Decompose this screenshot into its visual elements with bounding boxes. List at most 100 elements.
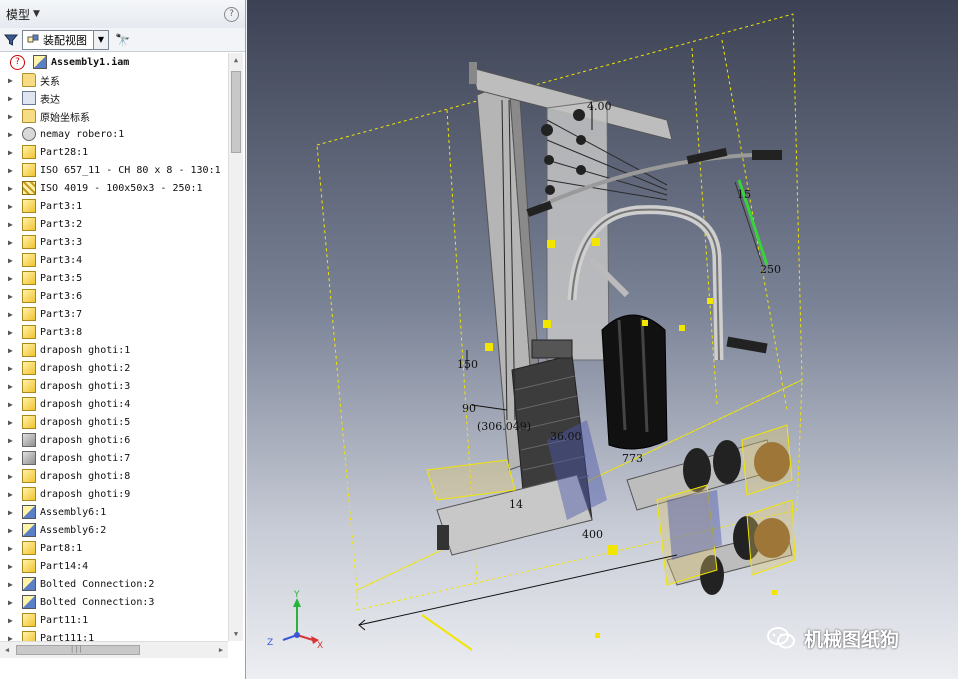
- expand-icon[interactable]: ▶: [8, 382, 16, 391]
- tree-item[interactable]: ▶ draposh ghoti:9: [0, 485, 228, 503]
- chevron-down-icon[interactable]: ▼: [93, 30, 108, 49]
- panel-header[interactable]: 模型 ▼ ?: [0, 0, 245, 28]
- expand-icon[interactable]: ▶: [8, 346, 16, 355]
- tree-item[interactable]: ▶ draposh ghoti:5: [0, 413, 228, 431]
- expand-icon[interactable]: ▶: [8, 598, 16, 607]
- tree-item[interactable]: ▶ draposh ghoti:4: [0, 395, 228, 413]
- expand-icon[interactable]: ▶: [8, 400, 16, 409]
- tree-item[interactable]: ▶ ISO 4019 - 100x50x3 - 250:1: [0, 179, 228, 197]
- tree-item-label: Part3:6: [40, 290, 83, 302]
- expand-icon[interactable]: ▶: [8, 184, 16, 193]
- expand-icon[interactable]: ▶: [8, 166, 16, 175]
- part-icon: [22, 217, 36, 231]
- 3d-viewport[interactable]: 4.00 15 250 150 90 (306.049) 36.00 773 1…: [247, 0, 958, 679]
- scrollbar-thumb[interactable]: [231, 71, 241, 153]
- expand-icon[interactable]: ▶: [8, 472, 16, 481]
- dimension-label: 250: [760, 263, 781, 276]
- expand-icon[interactable]: ▶: [8, 310, 16, 319]
- expand-icon[interactable]: ▶: [8, 94, 16, 103]
- expand-icon[interactable]: ▶: [8, 238, 16, 247]
- tree-item-label: draposh ghoti:1: [40, 344, 131, 356]
- tree-item[interactable]: ▶ draposh ghoti:8: [0, 467, 228, 485]
- expand-icon[interactable]: ▶: [8, 562, 16, 571]
- part-icon: [22, 361, 36, 375]
- tree-item-label: 关系: [40, 76, 60, 88]
- tree-item[interactable]: ▶ draposh ghoti:1: [0, 341, 228, 359]
- scroll-down-icon[interactable]: ▼: [229, 627, 243, 641]
- tree-item[interactable]: ▶ Part3:4: [0, 251, 228, 269]
- view-select[interactable]: 装配视图 ▼: [22, 29, 109, 50]
- tree-item[interactable]: ▶ Part3:8: [0, 323, 228, 341]
- tree-item[interactable]: ▶ Part14:4: [0, 557, 228, 575]
- tree-item[interactable]: ▶ Assembly6:2: [0, 521, 228, 539]
- tree-item[interactable]: ▶ Part3:1: [0, 197, 228, 215]
- tree-item-label: draposh ghoti:2: [40, 362, 131, 374]
- expand-icon[interactable]: ▶: [8, 292, 16, 301]
- tree-item[interactable]: ▶ Part28:1: [0, 143, 228, 161]
- horizontal-scrollbar[interactable]: ◀ ||| ▶: [0, 641, 228, 658]
- tree-item[interactable]: ▶ Bolted Connection:3: [0, 593, 228, 611]
- tree-root[interactable]: ? Assembly1.iam: [0, 53, 228, 71]
- expand-icon[interactable]: ▶: [8, 274, 16, 283]
- expand-icon[interactable]: ▶: [8, 112, 16, 121]
- tree-item[interactable]: ▶ draposh ghoti:2: [0, 359, 228, 377]
- tree-item[interactable]: ▶ 表达: [0, 89, 228, 107]
- scroll-up-icon[interactable]: ▲: [229, 53, 243, 67]
- tree-item[interactable]: ▶ Part3:7: [0, 305, 228, 323]
- tree-item[interactable]: ▶ nemay robero:1: [0, 125, 228, 143]
- expand-icon[interactable]: ▶: [8, 526, 16, 535]
- expand-icon[interactable]: ▶: [8, 256, 16, 265]
- expand-icon[interactable]: ▶: [8, 454, 16, 463]
- expand-icon[interactable]: ▶: [8, 328, 16, 337]
- tree-item-label: Part3:2: [40, 218, 83, 230]
- expand-icon[interactable]: ▶: [8, 616, 16, 625]
- tree-item-label: Part3:8: [40, 326, 83, 338]
- help-icon[interactable]: ?: [224, 7, 239, 22]
- part-icon: [22, 613, 36, 627]
- expand-icon[interactable]: ▶: [8, 544, 16, 553]
- tree-item[interactable]: ▶ Part8:1: [0, 539, 228, 557]
- vertical-scrollbar[interactable]: ▲ ▼: [228, 53, 243, 641]
- expand-icon[interactable]: ▶: [8, 130, 16, 139]
- expand-icon[interactable]: ▶: [8, 634, 16, 642]
- expand-icon[interactable]: ▶: [8, 364, 16, 373]
- expand-icon[interactable]: ▶: [8, 202, 16, 211]
- scroll-left-icon[interactable]: ◀: [0, 643, 14, 657]
- tree-item[interactable]: ▶ Part3:3: [0, 233, 228, 251]
- tree-item[interactable]: ▶ 原始坐标系: [0, 107, 228, 125]
- tree-item[interactable]: ▶ Assembly6:1: [0, 503, 228, 521]
- tree-item[interactable]: ▶ Part111:1: [0, 629, 228, 641]
- tree-item[interactable]: ▶ Part3:6: [0, 287, 228, 305]
- scroll-right-icon[interactable]: ▶: [214, 643, 228, 657]
- hatch-icon: [22, 181, 36, 195]
- part-icon: [22, 379, 36, 393]
- expand-icon[interactable]: ▶: [8, 418, 16, 427]
- tree-item[interactable]: ▶ draposh ghoti:7: [0, 449, 228, 467]
- tree-item-label: draposh ghoti:7: [40, 452, 131, 464]
- tree-item[interactable]: ▶ Part11:1: [0, 611, 228, 629]
- assembly-view-icon: [27, 34, 39, 42]
- gray-icon: [22, 433, 36, 447]
- tree-item[interactable]: ▶ 关系: [0, 71, 228, 89]
- tree-item-label: 原始坐标系: [40, 112, 90, 124]
- binoculars-icon[interactable]: 🔭: [115, 33, 130, 47]
- tree-item[interactable]: ▶ draposh ghoti:3: [0, 377, 228, 395]
- tree-item[interactable]: ▶ Part3:5: [0, 269, 228, 287]
- question-icon: ?: [10, 54, 25, 70]
- tree-item[interactable]: ▶ Bolted Connection:2: [0, 575, 228, 593]
- tree-item-label: Part14:4: [40, 560, 89, 572]
- expand-icon[interactable]: ▶: [8, 148, 16, 157]
- expand-icon[interactable]: ▶: [8, 220, 16, 229]
- expand-icon[interactable]: ▶: [8, 580, 16, 589]
- assembly-icon: [33, 55, 47, 69]
- expand-icon[interactable]: ▶: [8, 76, 16, 85]
- chevron-down-icon[interactable]: ▼: [33, 9, 40, 19]
- expand-icon[interactable]: ▶: [8, 436, 16, 445]
- tree-item[interactable]: ▶ Part3:2: [0, 215, 228, 233]
- tree-item[interactable]: ▶ draposh ghoti:6: [0, 431, 228, 449]
- filter-icon[interactable]: [4, 33, 18, 47]
- part-icon: [22, 469, 36, 483]
- tree-item[interactable]: ▶ ISO 657_11 - CH 80 x 8 - 130:1: [0, 161, 228, 179]
- expand-icon[interactable]: ▶: [8, 490, 16, 499]
- expand-icon[interactable]: ▶: [8, 508, 16, 517]
